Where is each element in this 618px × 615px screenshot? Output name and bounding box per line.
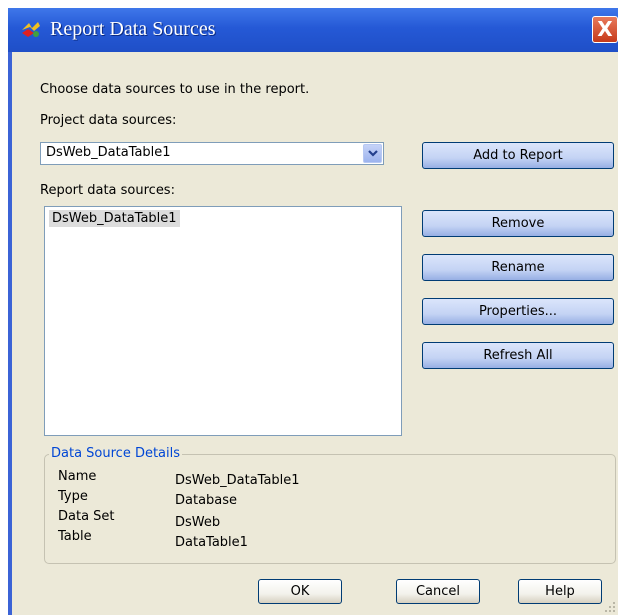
- combo-dropdown-button[interactable]: [363, 144, 382, 163]
- detail-value-data-set: DsWeb: [175, 515, 221, 530]
- cancel-button[interactable]: Cancel: [396, 579, 480, 604]
- combo-selected-value: DsWeb_DataTable1: [46, 145, 171, 160]
- list-item[interactable]: DsWeb_DataTable1: [49, 210, 180, 227]
- close-button[interactable]: X: [592, 16, 618, 43]
- instruction-label: Choose data sources to use in the report…: [40, 82, 310, 97]
- detail-value-type: Database: [175, 493, 238, 508]
- details-group-title: Data Source Details: [49, 446, 183, 461]
- dialog-body: Choose data sources to use in the report…: [12, 52, 618, 615]
- window-title: Report Data Sources: [50, 18, 216, 40]
- title-bar[interactable]: Report Data Sources X: [8, 8, 618, 52]
- data-source-details-group: Data Source Details Name DsWeb_DataTable…: [44, 446, 616, 564]
- refresh-all-button[interactable]: Refresh All: [422, 342, 614, 369]
- detail-key-name: Name: [58, 469, 97, 484]
- detail-key-table: Table: [58, 529, 92, 544]
- chevron-down-icon: [368, 150, 378, 157]
- project-sources-combo[interactable]: DsWeb_DataTable1: [40, 142, 384, 165]
- detail-key-type: Type: [58, 489, 88, 504]
- detail-key-data-set: Data Set: [58, 509, 115, 524]
- project-sources-label: Project data sources:: [40, 113, 177, 128]
- close-icon: X: [597, 17, 613, 41]
- report-sources-label: Report data sources:: [40, 183, 175, 198]
- report-data-sources-dialog: Report Data Sources X Choose data source…: [8, 8, 618, 615]
- app-icon: [22, 22, 40, 37]
- remove-button[interactable]: Remove: [422, 210, 614, 237]
- help-button[interactable]: Help: [518, 579, 602, 604]
- ok-button[interactable]: OK: [258, 579, 342, 604]
- detail-value-name: DsWeb_DataTable1: [175, 473, 300, 488]
- report-sources-list[interactable]: DsWeb_DataTable1: [44, 206, 402, 436]
- rename-button[interactable]: Rename: [422, 254, 614, 281]
- detail-value-table: DataTable1: [175, 535, 248, 550]
- add-to-report-button[interactable]: Add to Report: [422, 142, 614, 169]
- resize-grip-icon[interactable]: [604, 601, 616, 613]
- properties-button[interactable]: Properties...: [422, 298, 614, 325]
